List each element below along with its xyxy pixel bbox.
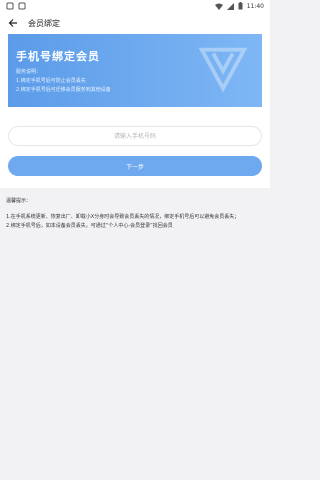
tips-line: 2.绑定手机号后，如本设备会员丢失，可通过“个人中心-会员登录”找回会员: [6, 223, 173, 229]
status-bar: 11:40: [0, 0, 270, 12]
banner-title: 手机号绑定会员: [16, 50, 100, 63]
tips-heading: 温馨提示：: [6, 198, 32, 204]
membership-banner: 手机号绑定会员 服务说明： 1.绑定手机号后可防止会员丢失 2.绑定手机号后可迁…: [8, 34, 262, 107]
app-icon: [18, 2, 26, 10]
page-title: 会员绑定: [28, 18, 60, 28]
back-arrow-icon: [8, 19, 17, 27]
back-button[interactable]: [6, 16, 20, 30]
battery-icon: [238, 2, 243, 10]
status-left-icons: [6, 2, 26, 10]
next-step-button[interactable]: 下一步: [8, 156, 262, 176]
signal-icon: [226, 2, 234, 10]
app-icon: [6, 2, 14, 10]
tips-section: 温馨提示： 1.在手机系统更新、恢复出厂、卸载小X分身时会导致会员丢失的情况，绑…: [6, 197, 264, 231]
phone-number-input[interactable]: [8, 126, 262, 146]
brand-logo-icon: [198, 47, 248, 93]
tips-line: 1.在手机系统更新、恢复出厂、卸载小X分身时会导致会员丢失的情况，绑定手机号后可…: [6, 214, 240, 220]
status-time: 11:40: [246, 2, 264, 10]
status-right-icons: 11:40: [214, 2, 264, 10]
app-bar: 会员绑定: [0, 12, 270, 34]
wifi-icon: [214, 3, 223, 10]
